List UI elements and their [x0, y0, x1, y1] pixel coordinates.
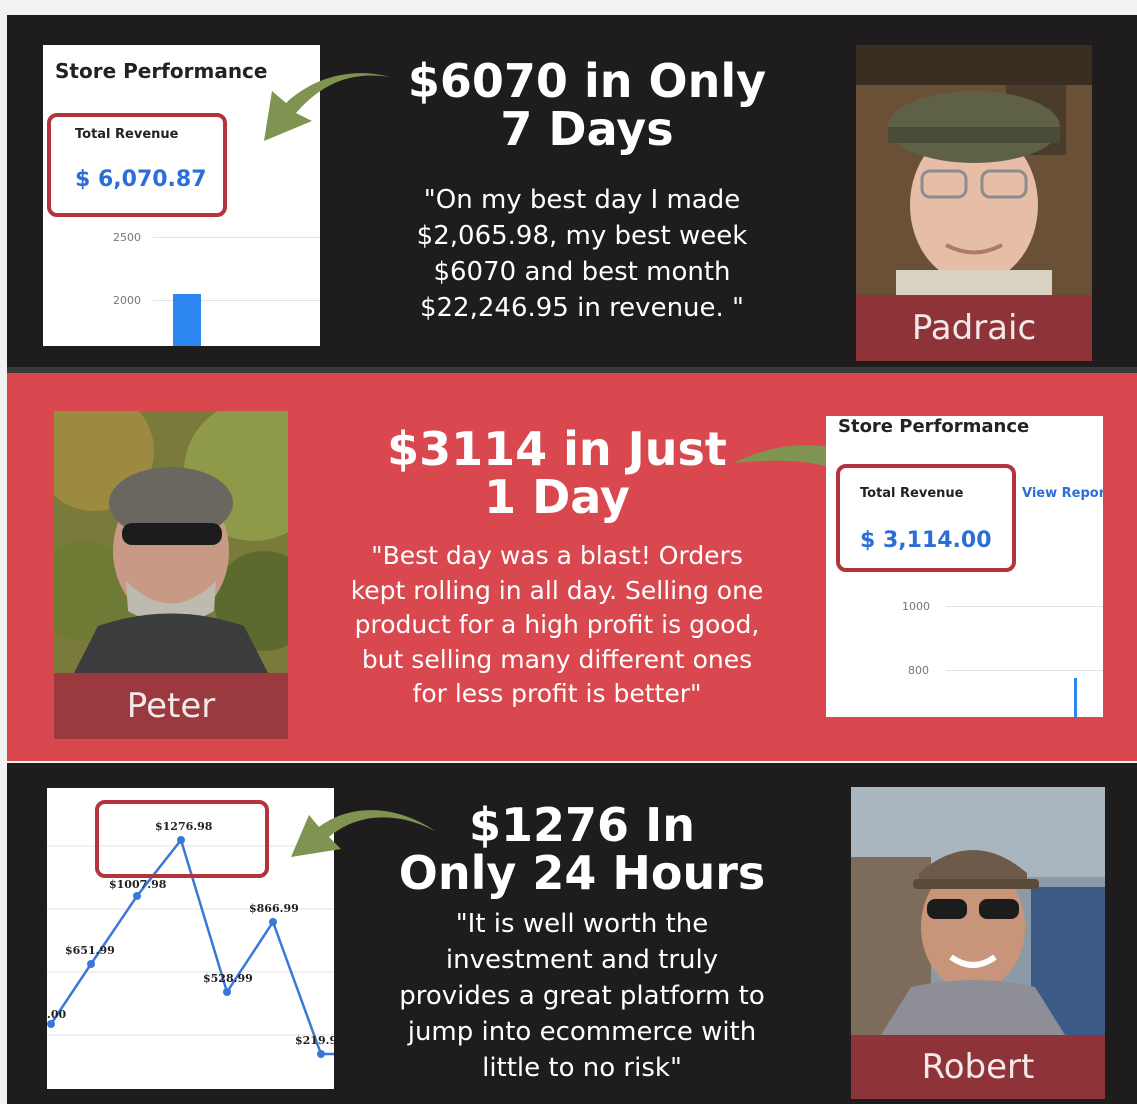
chart-bar — [173, 294, 201, 346]
headline: $3114 in Just 1 Day — [367, 425, 747, 522]
chart-point — [47, 1020, 55, 1028]
quote-line: little to no risk" — [482, 1052, 682, 1083]
peak-highlight-box — [95, 800, 269, 878]
testimonial-quote: "Best day was a blast! Orders kept rolli… — [307, 539, 807, 712]
testimonial-peter: Peter $3114 in Just 1 Day "Best day was … — [7, 373, 1137, 761]
quote-line: "On my best day I made — [423, 185, 741, 215]
total-revenue-value: $ 3,114.00 — [860, 528, 992, 553]
quote-line: $22,246.95 in revenue. " — [419, 292, 745, 323]
quote-line: but selling many different ones — [361, 644, 753, 674]
headline-line-1: $6070 in Only — [407, 54, 767, 108]
quote-line: "It is well worth the — [455, 909, 709, 939]
chart-data-label: .00 — [47, 1008, 66, 1021]
chart-gridline — [153, 237, 320, 238]
chart-data-label: $1007.98 — [109, 878, 167, 891]
chart-tick-label: 800 — [908, 664, 929, 677]
view-report-link[interactable]: View Repor — [1022, 486, 1103, 501]
person-icon — [851, 787, 1105, 1035]
testimonial-padraic: Store Performance Total Revenue $ 6,070.… — [7, 15, 1137, 367]
total-revenue-value: $ 6,070.87 — [75, 167, 207, 192]
name-label: Padraic — [856, 295, 1092, 361]
chart-tick-label: 2000 — [113, 294, 141, 307]
store-performance-title: Store Performance — [838, 416, 1030, 437]
portrait-photo — [851, 787, 1105, 1035]
quote-line: provides a great platform to — [399, 980, 765, 1011]
chart-data-label: $528.99 — [203, 972, 253, 985]
portrait-photo — [54, 411, 288, 673]
quote-line: for less profit is better" — [412, 679, 702, 708]
testimonial-quote: "On my best day I made $2,065.98, my bes… — [367, 183, 797, 327]
chart-point — [133, 892, 141, 900]
quote-line: jump into ecommerce with — [407, 1016, 757, 1047]
chart-tick-label: 2500 — [113, 231, 141, 244]
revenue-highlight-box — [836, 464, 1016, 572]
chart-data-label: $866.99 — [249, 902, 299, 915]
headline-line-2: Only 24 Hours — [398, 846, 766, 901]
person-icon — [856, 45, 1092, 295]
headline-line-2: 7 Days — [500, 102, 674, 157]
name-label: Peter — [54, 673, 288, 739]
headline: $6070 in Only 7 Days — [387, 57, 787, 154]
quote-line: "Best day was a blast! Orders — [371, 541, 743, 570]
chart-gridline — [946, 606, 1103, 607]
chart-data-label: $651.99 — [65, 944, 115, 957]
headline-line-1: $3114 in Just — [387, 422, 727, 476]
headline: $1276 In Only 24 Hours — [377, 801, 787, 898]
testimonial-robert: .00 $651.99 $1007.98 $1276.98 $528.99 $866.99… — [7, 763, 1137, 1104]
quote-line: kept rolling in all day. Selling one — [350, 575, 764, 605]
total-revenue-label: Total Revenue — [860, 486, 964, 501]
chart-bar — [1074, 678, 1077, 717]
arrow-icon — [264, 73, 390, 141]
chart-point — [269, 918, 277, 926]
store-performance-title: Store Performance — [55, 59, 268, 83]
chart-point — [87, 960, 95, 968]
portrait-photo — [856, 45, 1092, 295]
chart-point — [223, 988, 231, 996]
quote-line: $6070 and best month — [433, 256, 731, 287]
person-icon — [54, 411, 288, 673]
testimonial-quote: "It is well worth the investment and tru… — [357, 907, 807, 1086]
chart-point — [317, 1050, 325, 1058]
quote-line: investment and truly — [445, 944, 719, 975]
chart-gridline — [946, 670, 1103, 671]
headline-line-1: $1276 In — [469, 798, 695, 852]
chart-tick-label: 1000 — [902, 600, 930, 613]
quote-line: product for a high profit is good, — [354, 610, 760, 639]
name-label: Robert — [851, 1035, 1105, 1099]
chart-data-label: $219.9 — [295, 1034, 334, 1047]
headline-line-2: 1 Day — [484, 470, 630, 525]
total-revenue-label: Total Revenue — [75, 127, 179, 142]
store-performance-screenshot: Store Performance Total Revenue View Rep… — [826, 416, 1103, 717]
quote-line: $2,065.98, my best week — [416, 220, 748, 251]
